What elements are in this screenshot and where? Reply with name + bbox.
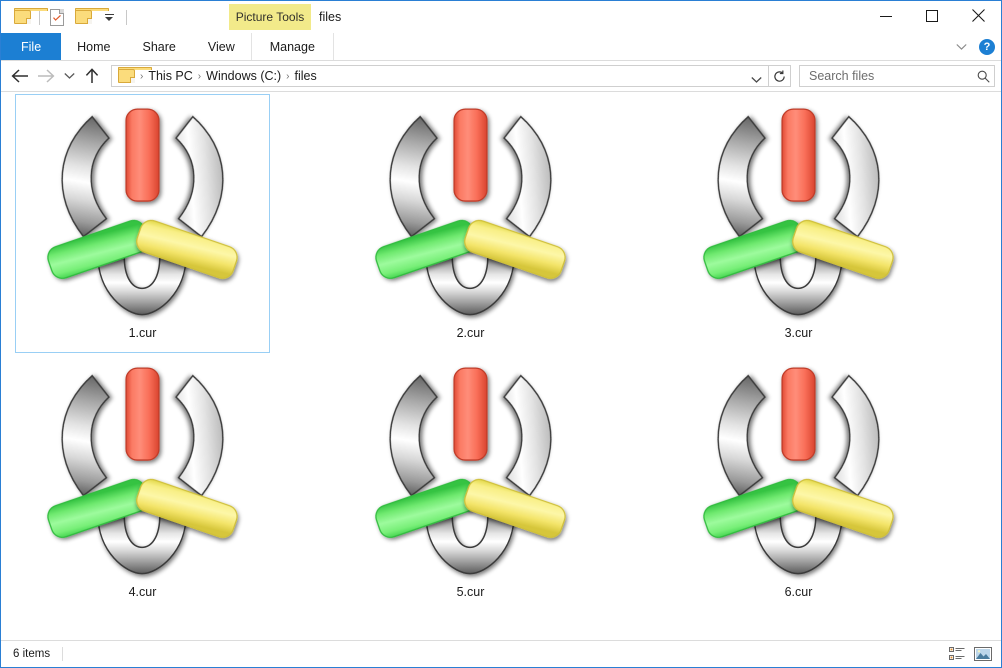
file-list-view[interactable]: 1.cur 2.cur 3.cur 4.cur 5.cur 6.cur <box>1 92 1001 640</box>
close-icon <box>971 9 985 22</box>
tab-share[interactable]: Share <box>127 33 192 60</box>
file-item[interactable]: 6.cur <box>671 353 926 612</box>
breadcrumb-item-windows-c[interactable]: Windows (C:) <box>203 69 284 83</box>
item-count-label: 6 items <box>13 648 51 660</box>
folder-icon <box>118 67 152 83</box>
file-item[interactable]: 5.cur <box>343 353 598 612</box>
file-name-label: 4.cur <box>128 585 157 599</box>
file-thumbnail-pipes <box>21 355 264 583</box>
minimize-icon <box>880 15 892 17</box>
arrow-left-icon <box>11 69 28 83</box>
breadcrumb-separator: › <box>286 70 290 82</box>
expand-ribbon-button[interactable] <box>953 39 969 55</box>
recent-locations-button[interactable] <box>59 63 79 89</box>
arrow-up-icon <box>85 68 99 83</box>
file-item[interactable]: 4.cur <box>15 353 270 612</box>
help-button[interactable]: ? <box>979 38 995 55</box>
title-bar: Picture Tools files <box>1 1 1001 33</box>
breadcrumb-item-files[interactable]: files <box>292 69 320 83</box>
picture-tools-context-tab[interactable]: Picture Tools <box>229 4 311 30</box>
file-explorer-window: Picture Tools files File Home Share View… <box>0 0 1002 668</box>
file-thumbnail-pipes <box>349 355 592 583</box>
dropdown-bar <box>104 13 114 15</box>
icon-grid: 1.cur 2.cur 3.cur 4.cur 5.cur 6.cur <box>15 94 926 612</box>
details-view-icon <box>949 647 965 660</box>
close-button[interactable] <box>955 1 1001 30</box>
breadcrumb-separator: › <box>197 70 202 82</box>
file-name-label: 2.cur <box>456 326 485 340</box>
search-box[interactable] <box>799 65 995 87</box>
maximize-icon <box>926 9 938 22</box>
large-icons-view-icon <box>974 647 992 661</box>
checkmark-icon <box>53 14 61 21</box>
new-folder-icon[interactable] <box>70 4 109 30</box>
divider <box>39 9 40 25</box>
search-input[interactable] <box>807 68 977 84</box>
breadcrumb[interactable]: › This PC › Windows (C:) › files <box>111 65 769 87</box>
file-thumbnail-pipes <box>677 355 920 583</box>
breadcrumb-dropdown-button[interactable] <box>751 71 762 89</box>
folder-icon[interactable] <box>9 4 48 30</box>
chevron-down-icon <box>105 16 113 21</box>
divider <box>62 647 64 661</box>
quick-access-toolbar <box>1 1 131 33</box>
divider <box>126 9 127 25</box>
breadcrumb-separator: › <box>140 70 144 82</box>
new-folder-glyph <box>74 8 109 24</box>
file-name-label: 1.cur <box>128 326 157 340</box>
large-icons-view-button[interactable] <box>973 645 993 663</box>
view-mode-buttons <box>947 641 993 667</box>
address-bar-row: › This PC › Windows (C:) › files <box>1 61 1001 92</box>
chevron-down-icon <box>955 43 967 50</box>
tab-manage[interactable]: Manage <box>250 33 334 60</box>
chevron-down-icon <box>63 73 75 79</box>
file-item[interactable]: 3.cur <box>671 94 926 353</box>
tab-view[interactable]: View <box>192 33 251 60</box>
details-view-button[interactable] <box>947 645 967 663</box>
file-item[interactable]: 2.cur <box>343 94 598 353</box>
arrow-right-icon <box>38 69 55 83</box>
window-controls <box>863 1 1001 30</box>
tab-file[interactable]: File <box>1 33 62 60</box>
file-name-label: 5.cur <box>456 585 485 599</box>
folder-glyph <box>13 8 48 24</box>
search-icon[interactable] <box>977 70 990 83</box>
properties-icon[interactable] <box>44 4 70 30</box>
file-item[interactable]: 1.cur <box>15 94 270 353</box>
ribbon-tab-strip: File Home Share View Manage ? <box>1 33 1001 61</box>
file-thumbnail-pipes <box>349 96 592 324</box>
window-title: files <box>319 10 342 24</box>
chevron-down-icon <box>751 77 762 83</box>
file-thumbnail-pipes <box>677 96 920 324</box>
refresh-icon <box>774 70 785 82</box>
properties-glyph <box>50 8 64 26</box>
minimize-button[interactable] <box>863 1 909 30</box>
up-button[interactable] <box>79 63 105 89</box>
tab-home[interactable]: Home <box>61 33 126 60</box>
ribbon-right-controls: ? <box>953 33 995 60</box>
status-bar: 6 items <box>1 640 1001 667</box>
breadcrumb-item-this-pc[interactable]: This PC <box>145 69 195 83</box>
forward-button[interactable] <box>33 63 59 89</box>
back-button[interactable] <box>7 63 33 89</box>
file-thumbnail-pipes <box>21 96 264 324</box>
refresh-button[interactable] <box>769 65 791 87</box>
file-name-label: 6.cur <box>784 585 813 599</box>
maximize-button[interactable] <box>909 1 955 30</box>
file-name-label: 3.cur <box>784 326 813 340</box>
